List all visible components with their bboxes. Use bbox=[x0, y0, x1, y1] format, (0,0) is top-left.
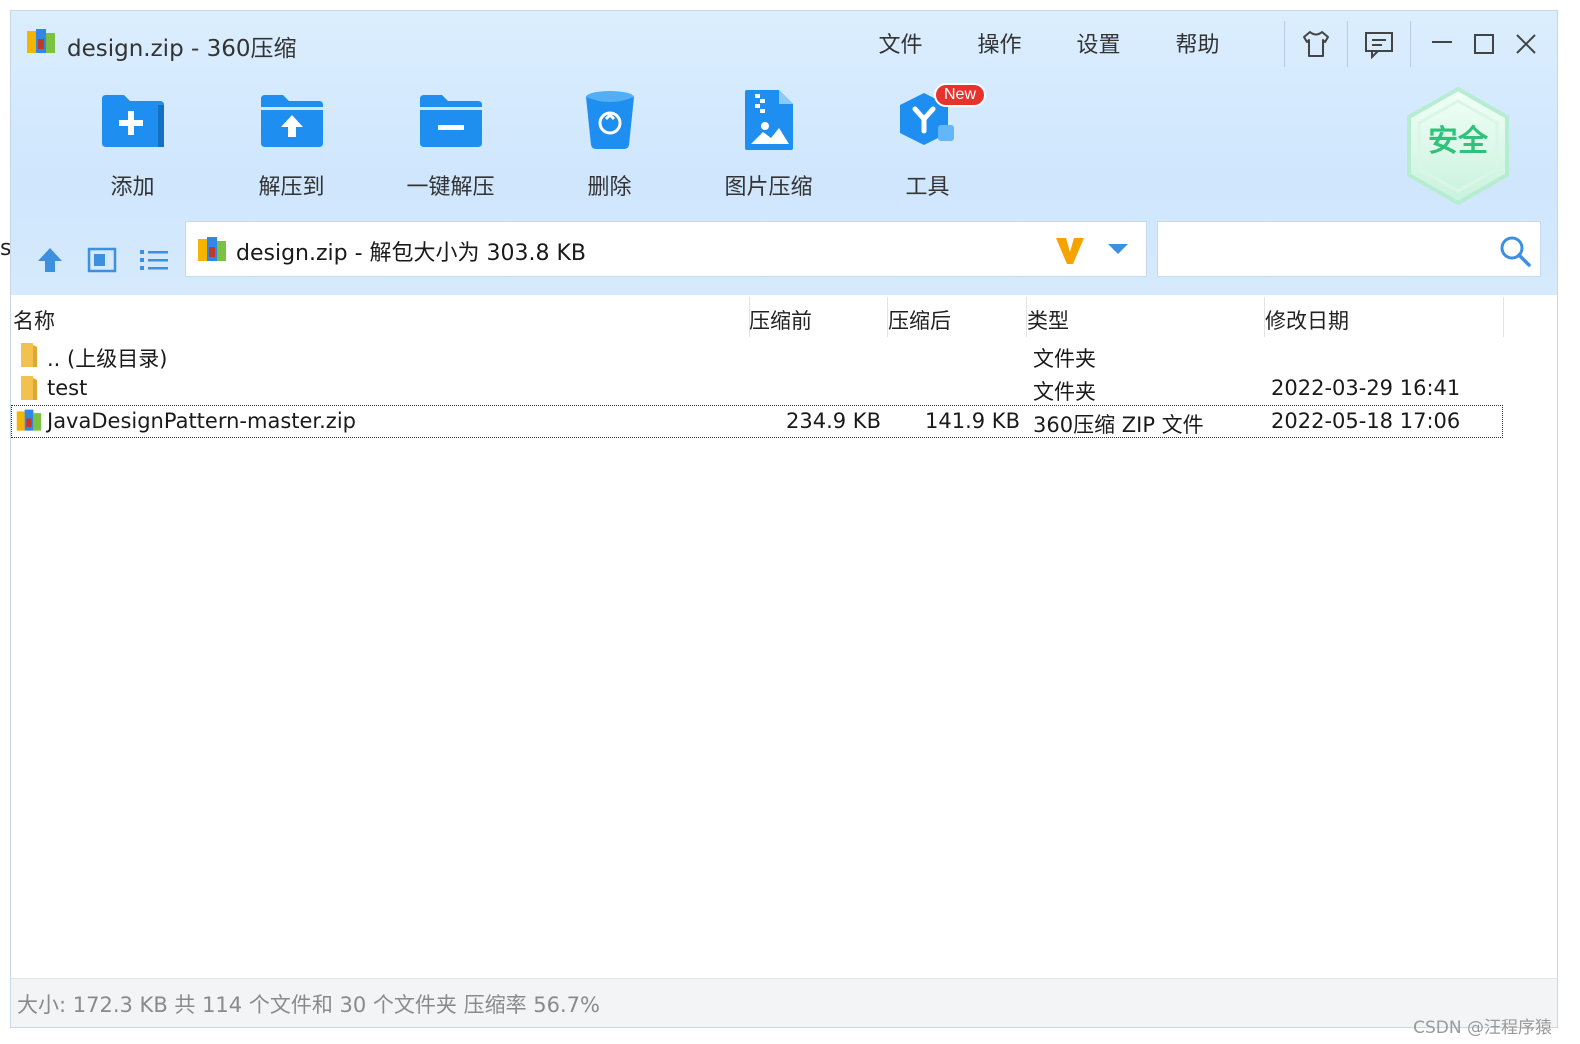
status-text: 大小: 172.3 KB 共 114 个文件和 30 个文件夹 压缩率 56.7… bbox=[17, 993, 600, 1017]
skin-icon[interactable] bbox=[1295, 24, 1337, 64]
main-toolbar: 添加 解压到 一键解压 删除 图片压缩 New 工具 bbox=[53, 83, 1007, 209]
file-type: 文件夹 bbox=[1033, 347, 1096, 371]
folder-icon bbox=[21, 376, 37, 400]
column-size-after[interactable]: 压缩后 bbox=[888, 305, 951, 335]
column-size-before[interactable]: 压缩前 bbox=[749, 305, 812, 335]
app-logo-icon bbox=[27, 29, 55, 53]
separator bbox=[1284, 21, 1285, 67]
search-input[interactable] bbox=[1157, 221, 1541, 277]
zip-archive-icon bbox=[198, 237, 226, 261]
up-level-icon[interactable] bbox=[33, 245, 67, 275]
thumbnail-view-icon[interactable] bbox=[85, 245, 119, 275]
separator bbox=[1347, 21, 1348, 67]
file-list: .. (上级目录) 文件夹 test 文件夹 2022-03-29 16:41 … bbox=[11, 339, 1557, 438]
add-folder-icon bbox=[98, 85, 168, 155]
tool-label: 解压到 bbox=[258, 175, 325, 200]
list-view-icon[interactable] bbox=[137, 245, 171, 275]
menu-bar: 文件 操作 设置 帮助 bbox=[851, 25, 1247, 61]
navigation-row: design.zip - 解包大小为 303.8 KB bbox=[11, 221, 1557, 295]
separator bbox=[1410, 21, 1411, 67]
extract-to-button[interactable]: 解压到 bbox=[212, 85, 371, 209]
app-window: design.zip - 360压缩 文件 操作 设置 帮助 添加 解压到 一键… bbox=[10, 10, 1558, 1028]
column-name[interactable]: 名称 bbox=[13, 305, 55, 335]
recycle-bin-icon bbox=[575, 85, 645, 155]
search-icon[interactable] bbox=[1498, 234, 1532, 268]
file-type: 360压缩 ZIP 文件 bbox=[1033, 413, 1204, 437]
chevron-down-icon[interactable] bbox=[1106, 240, 1130, 258]
file-date: 2022-05-18 17:06 bbox=[1271, 409, 1461, 433]
file-name: .. (上级目录) bbox=[47, 347, 168, 371]
separator bbox=[1503, 297, 1504, 337]
maximize-icon[interactable] bbox=[1463, 24, 1505, 64]
header-area: design.zip - 360压缩 文件 操作 设置 帮助 添加 解压到 一键… bbox=[11, 11, 1557, 295]
table-row-selected[interactable]: JavaDesignPattern-master.zip 234.9 KB 14… bbox=[11, 405, 1503, 438]
feedback-icon[interactable] bbox=[1358, 24, 1400, 64]
folder-icon bbox=[21, 343, 37, 367]
zip-archive-icon bbox=[16, 409, 42, 431]
image-compress-button[interactable]: 图片压缩 bbox=[689, 85, 848, 209]
new-badge: New bbox=[934, 83, 987, 107]
tool-label: 删除 bbox=[587, 175, 632, 200]
title-bar: design.zip - 360压缩 文件 操作 设置 帮助 bbox=[11, 11, 1557, 71]
file-size-before: 234.9 KB bbox=[786, 409, 881, 433]
menu-help[interactable]: 帮助 bbox=[1148, 25, 1247, 61]
delete-button[interactable]: 删除 bbox=[530, 85, 689, 209]
tool-label: 工具 bbox=[905, 175, 950, 200]
security-label: 安全 bbox=[1428, 124, 1489, 159]
file-size-after: 141.9 KB bbox=[925, 409, 1020, 433]
file-name: JavaDesignPattern-master.zip bbox=[47, 409, 356, 433]
column-type[interactable]: 类型 bbox=[1027, 305, 1069, 335]
window-title: design.zip - 360压缩 bbox=[67, 36, 297, 62]
menu-file[interactable]: 文件 bbox=[851, 25, 950, 61]
extract-to-icon bbox=[257, 85, 327, 155]
column-date[interactable]: 修改日期 bbox=[1265, 305, 1349, 335]
tool-label: 一键解压 bbox=[406, 175, 495, 200]
column-header-row: 名称 压缩前 压缩后 类型 修改日期 bbox=[11, 297, 1557, 337]
table-row[interactable]: .. (上级目录) 文件夹 bbox=[11, 339, 1557, 372]
window-controls bbox=[1274, 21, 1547, 67]
watermark: CSDN @汪程序猿 bbox=[1413, 1018, 1552, 1038]
tool-label: 图片压缩 bbox=[724, 175, 813, 200]
menu-settings[interactable]: 设置 bbox=[1049, 25, 1148, 61]
v-logo-icon[interactable] bbox=[1054, 234, 1086, 266]
close-icon[interactable] bbox=[1505, 24, 1547, 64]
table-row[interactable]: test 文件夹 2022-03-29 16:41 bbox=[11, 372, 1557, 405]
menu-operate[interactable]: 操作 bbox=[950, 25, 1049, 61]
status-bar: 大小: 172.3 KB 共 114 个文件和 30 个文件夹 压缩率 56.7… bbox=[11, 978, 1557, 1027]
tools-button[interactable]: New 工具 bbox=[848, 83, 1007, 209]
file-name: test bbox=[47, 376, 88, 400]
file-type: 文件夹 bbox=[1033, 380, 1096, 404]
address-bar[interactable]: design.zip - 解包大小为 303.8 KB bbox=[185, 221, 1147, 277]
one-click-extract-icon bbox=[416, 85, 486, 155]
image-compress-icon bbox=[734, 85, 804, 155]
tool-label: 添加 bbox=[110, 175, 155, 200]
add-button[interactable]: 添加 bbox=[53, 85, 212, 209]
security-shield-icon[interactable]: 安全 bbox=[1403, 85, 1513, 207]
file-date: 2022-03-29 16:41 bbox=[1271, 376, 1461, 400]
address-text: design.zip - 解包大小为 303.8 KB bbox=[236, 241, 587, 266]
background-page-top bbox=[0, 0, 1580, 10]
minimize-icon[interactable] bbox=[1421, 24, 1463, 64]
one-click-extract-button[interactable]: 一键解压 bbox=[371, 85, 530, 209]
